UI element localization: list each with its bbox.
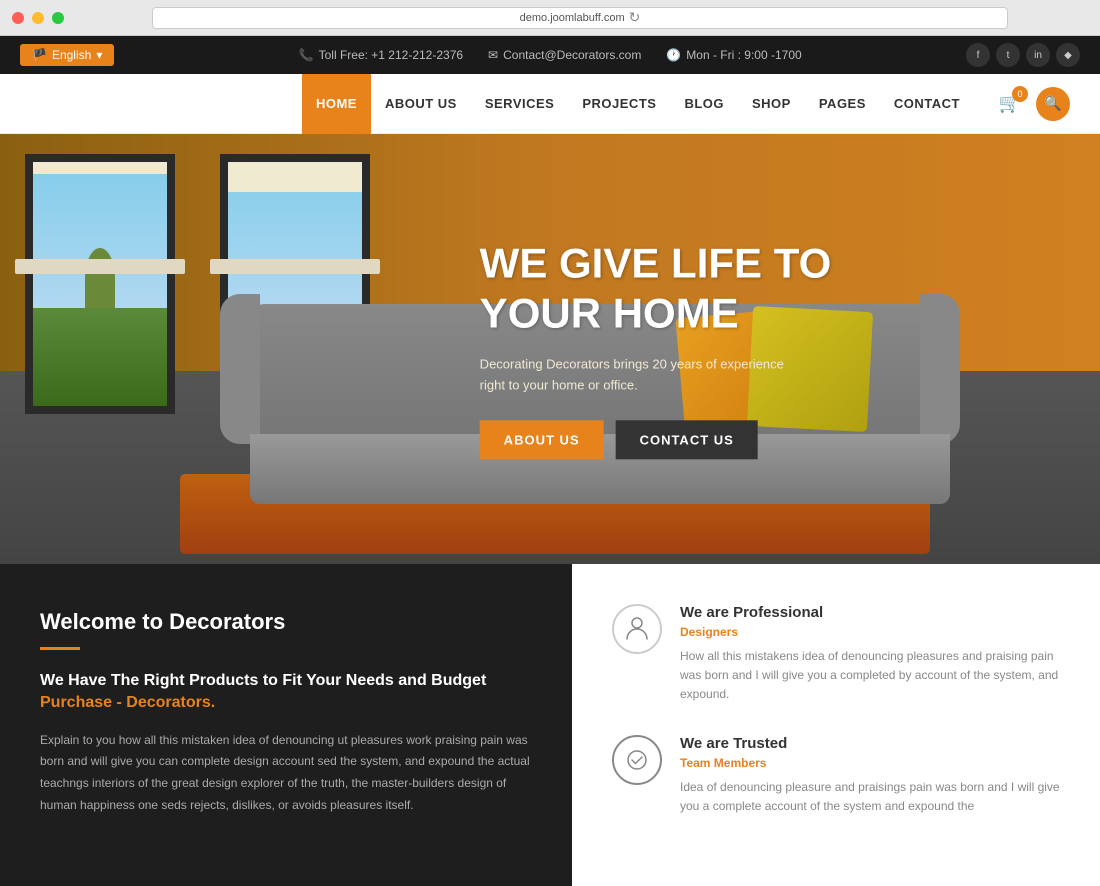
nav-item-blog[interactable]: BLOG — [670, 74, 738, 134]
feature-trusted-text: Idea of denouncing pleasure and praising… — [680, 778, 1060, 816]
top-bar-info: 📞 Toll Free: +1 212-212-2376 ✉ Contact@D… — [134, 48, 966, 62]
windowsill-right — [210, 259, 380, 274]
browser-refresh-icon[interactable]: ↻ — [629, 9, 641, 26]
feature-professional-subtitle: Designers — [680, 625, 1060, 639]
welcome-title: Welcome to Decorators — [40, 609, 532, 635]
nav-item-about[interactable]: ABOUT US — [371, 74, 471, 134]
feature-trusted-subtitle: Team Members — [680, 756, 1060, 770]
windowsill-left — [15, 259, 185, 274]
top-bar: 🏴 English ▾ 📞 Toll Free: +1 212-212-2376… — [0, 36, 1100, 74]
search-button[interactable]: 🔍 — [1036, 87, 1070, 121]
sofa-arm-right — [920, 294, 960, 444]
social-links: f t in ◆ — [966, 43, 1080, 67]
hero-subtitle: Decorating Decorators brings 20 years of… — [480, 354, 800, 396]
check-icon — [612, 735, 662, 785]
chevron-down-icon: ▾ — [96, 48, 102, 62]
email-icon: ✉ — [488, 48, 498, 62]
feature-professional: We are Professional Designers How all th… — [612, 604, 1060, 705]
browser-dot-green[interactable] — [52, 12, 64, 24]
nav-item-projects[interactable]: PROJECTS — [568, 74, 670, 134]
hero-buttons: ABOUT US CONTACT US — [480, 421, 832, 460]
browser-dot-yellow[interactable] — [32, 12, 44, 24]
nav-item-shop[interactable]: SHOP — [738, 74, 805, 134]
feature-professional-text: How all this mistakens idea of denouncin… — [680, 647, 1060, 705]
clock-icon: 🕐 — [666, 48, 681, 62]
person-icon — [612, 604, 662, 654]
welcome-subtitle: We Have The Right Products to Fit Your N… — [40, 670, 532, 715]
window-inner-left — [33, 162, 167, 406]
hero-content: WE GIVE LIFE TO YOUR HOME Decorating Dec… — [480, 238, 832, 459]
feature-trusted-content: We are Trusted Team Members Idea of deno… — [680, 735, 1060, 816]
phone-info: 📞 Toll Free: +1 212-212-2376 — [299, 48, 463, 62]
nav-item-services[interactable]: SERVICES — [471, 74, 569, 134]
about-us-button[interactable]: ABOUT US — [480, 421, 604, 460]
welcome-divider — [40, 647, 80, 650]
nav-menu: HOME ABOUT US SERVICES PROJECTS BLOG SHO… — [302, 74, 974, 134]
nav-bar: HOME ABOUT US SERVICES PROJECTS BLOG SHO… — [0, 74, 1100, 134]
email-info: ✉ Contact@Decorators.com — [488, 48, 641, 62]
welcome-right-panel: We are Professional Designers How all th… — [572, 564, 1100, 886]
browser-address-bar[interactable]: demo.joomlabuff.com ↻ — [152, 7, 1008, 29]
hero-section: WE GIVE LIFE TO YOUR HOME Decorating Dec… — [0, 134, 1100, 564]
window-left — [25, 154, 175, 414]
welcome-left-panel: Welcome to Decorators We Have The Right … — [0, 564, 572, 886]
linkedin-icon[interactable]: in — [1026, 43, 1050, 67]
sofa-arm-left — [220, 294, 260, 444]
phone-icon: 📞 — [299, 48, 314, 62]
hero-title: WE GIVE LIFE TO YOUR HOME — [480, 238, 832, 339]
nav-item-home[interactable]: HOME — [302, 74, 371, 134]
nav-item-pages[interactable]: PAGES — [805, 74, 880, 134]
search-icon: 🔍 — [1044, 95, 1061, 112]
cart-icon[interactable]: 🛒 0 — [994, 88, 1026, 120]
blind-right — [228, 162, 362, 192]
nav-item-contact[interactable]: CONTACT — [880, 74, 974, 134]
feature-professional-content: We are Professional Designers How all th… — [680, 604, 1060, 705]
welcome-section: Welcome to Decorators We Have The Right … — [0, 564, 1100, 886]
welcome-link[interactable]: Purchase - Decorators. — [40, 694, 215, 711]
facebook-icon[interactable]: f — [966, 43, 990, 67]
feature-professional-title: We are Professional — [680, 604, 1060, 621]
hours-info: 🕐 Mon - Fri : 9:00 -1700 — [666, 48, 801, 62]
cart-badge: 0 — [1012, 86, 1028, 102]
browser-chrome: demo.joomlabuff.com ↻ — [0, 0, 1100, 36]
contact-us-button[interactable]: CONTACT US — [616, 421, 758, 460]
instagram-icon[interactable]: ◆ — [1056, 43, 1080, 67]
browser-dot-red[interactable] — [12, 12, 24, 24]
feature-trusted-title: We are Trusted — [680, 735, 1060, 752]
flag-icon: 🏴 — [32, 48, 47, 62]
feature-trusted: We are Trusted Team Members Idea of deno… — [612, 735, 1060, 816]
twitter-icon[interactable]: t — [996, 43, 1020, 67]
welcome-body: Explain to you how all this mistaken ide… — [40, 730, 532, 816]
language-selector[interactable]: 🏴 English ▾ — [20, 44, 114, 66]
nav-icons: 🛒 0 🔍 — [994, 87, 1070, 121]
